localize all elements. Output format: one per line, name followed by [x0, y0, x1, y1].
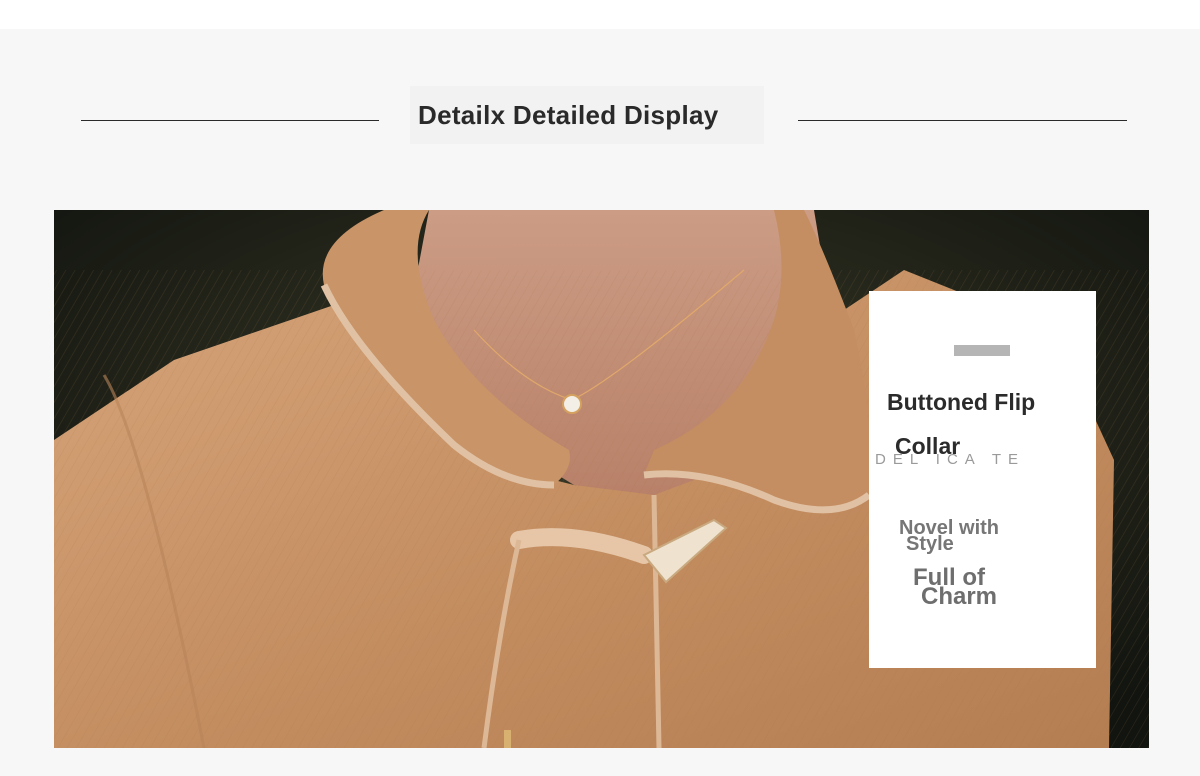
heading-rule-left: [81, 120, 379, 121]
section-title: Detailx Detailed Display: [410, 86, 764, 144]
top-strip: [0, 0, 1200, 29]
card-charm-line-2: Charm: [921, 583, 998, 610]
card-subtitle: Novel with Style: [899, 518, 999, 554]
card-charm: Full of Charm: [913, 566, 998, 610]
card-accent-bar: [954, 345, 1010, 356]
card-spaced-word: DEL ICA TE: [875, 451, 1026, 468]
heading-rule-right: [798, 120, 1127, 121]
detail-info-card: Buttoned Flip Collar DEL ICA TE Novel wi…: [869, 291, 1096, 668]
card-title-line-1: Buttoned Flip: [887, 389, 1036, 415]
